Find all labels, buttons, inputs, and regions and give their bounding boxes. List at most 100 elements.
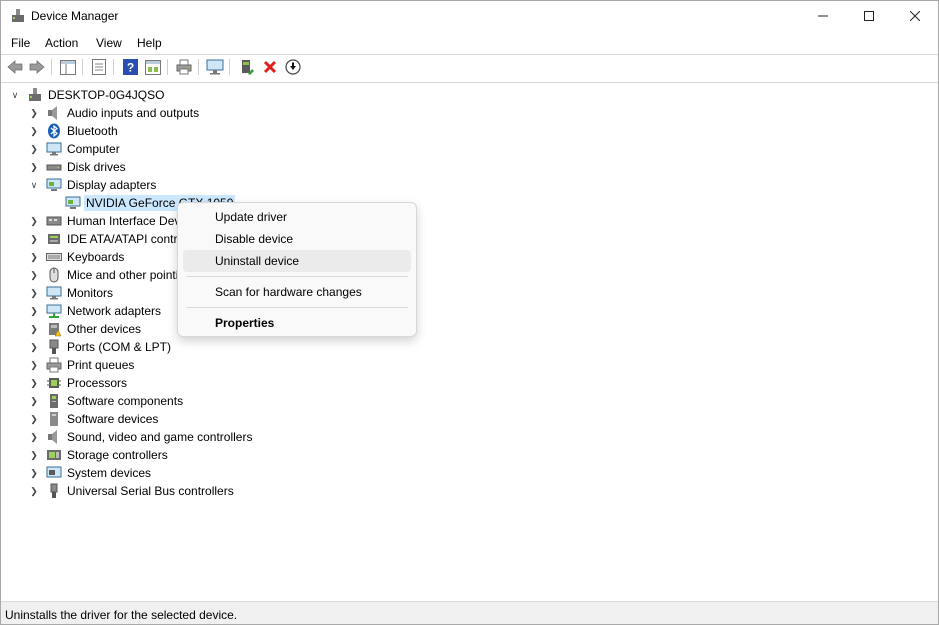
context-menu-separator (186, 307, 408, 308)
status-text: Uninstalls the driver for the selected d… (5, 608, 238, 622)
properties-toolbar-button[interactable] (90, 58, 108, 76)
menu-file[interactable]: File (11, 36, 30, 50)
port-icon (49, 339, 59, 354)
tree-item-computer[interactable]: ❯ Computer (28, 140, 122, 158)
monitor-icon (46, 286, 62, 300)
tree-item-network-adapters[interactable]: ❯ Network adapters (28, 302, 163, 320)
tree-item-software-devices[interactable]: ❯ Software devices (28, 410, 160, 428)
chevron-right-icon[interactable]: ❯ (28, 284, 40, 302)
tree-item-disk-drives[interactable]: ❯ Disk drives (28, 158, 128, 176)
tree-item-keyboards[interactable]: ❯ Keyboards (28, 248, 126, 266)
device-manager-icon (12, 9, 24, 22)
chevron-right-icon[interactable]: ❯ (28, 428, 40, 446)
monitor-icon (46, 142, 62, 156)
device-tree: ∨ DESKTOP-0G4JQSO ❯ Audio inputs and out… (1, 82, 938, 600)
properties-menu-item[interactable]: Properties (183, 312, 411, 334)
close-button[interactable] (892, 1, 938, 31)
ide-controller-icon (48, 234, 60, 244)
tree-item-print-queues[interactable]: ❯ Print queues (28, 356, 136, 374)
network-adapter-icon (46, 304, 62, 318)
chevron-right-icon[interactable]: ❯ (28, 248, 40, 266)
disable-device-toolbar-button[interactable] (284, 58, 302, 76)
chevron-right-icon[interactable]: ❯ (28, 410, 40, 428)
tree-item-usb-controllers[interactable]: ❯ Universal Serial Bus controllers (28, 482, 236, 500)
chevron-right-icon[interactable]: ❯ (28, 104, 40, 122)
tree-item-bluetooth[interactable]: ❯ Bluetooth (28, 122, 120, 140)
chevron-right-icon[interactable]: ❯ (28, 374, 40, 392)
uninstall-device-menu-item[interactable]: Uninstall device (183, 250, 411, 272)
tree-item-ports[interactable]: ❯ Ports (COM & LPT) (28, 338, 173, 356)
maximize-icon (864, 11, 874, 21)
tree-item-monitors[interactable]: ❯ Monitors (28, 284, 115, 302)
chevron-right-icon[interactable]: ❯ (28, 446, 40, 464)
chevron-right-icon[interactable]: ❯ (28, 158, 40, 176)
software-device-icon (50, 412, 58, 426)
help-toolbar-button[interactable]: ? (121, 58, 139, 76)
processor-chip-icon (47, 378, 61, 388)
chevron-right-icon[interactable]: ❯ (28, 482, 40, 500)
back-button[interactable] (6, 58, 24, 76)
maximize-button[interactable] (846, 1, 892, 31)
update-driver-toolbar-button[interactable] (238, 58, 256, 76)
chevron-right-icon[interactable]: ❯ (28, 338, 40, 356)
toolbar-separator (51, 59, 52, 75)
device-manager-window: Device Manager File Action View Help ? ∨… (0, 0, 939, 625)
uninstall-device-toolbar-button[interactable] (261, 58, 279, 76)
tree-item-label: Audio inputs and outputs (67, 106, 200, 120)
toolbar: ? (1, 55, 938, 80)
chevron-right-icon[interactable]: ❯ (28, 266, 40, 284)
chevron-right-icon[interactable]: ❯ (28, 212, 40, 230)
disable-device-menu-item[interactable]: Disable device (183, 228, 411, 250)
chevron-right-icon[interactable]: ❯ (28, 122, 40, 140)
tree-item-other-devices[interactable]: ❯ Other devices (28, 320, 143, 338)
storage-controller-icon (47, 450, 61, 460)
monitor-scan-icon (206, 59, 224, 75)
menu-action[interactable]: Action (45, 36, 78, 50)
back-arrow-icon (7, 60, 23, 74)
tree-item-system-devices[interactable]: ❯ System devices (28, 464, 153, 482)
toolbar-separator (82, 59, 83, 75)
chevron-right-icon[interactable]: ❯ (28, 392, 40, 410)
forward-button[interactable] (28, 58, 46, 76)
tree-item-processors[interactable]: ❯ Processors (28, 374, 129, 392)
chevron-down-icon[interactable]: ∨ (9, 86, 21, 104)
chevron-right-icon[interactable]: ❯ (28, 320, 40, 338)
display-adapter-icon (46, 178, 62, 191)
tree-item-display-adapters[interactable]: ∨ Display adapters (28, 176, 158, 194)
menu-help[interactable]: Help (137, 36, 162, 50)
tree-item-audio[interactable]: ❯ Audio inputs and outputs (28, 104, 201, 122)
chevron-right-icon[interactable]: ❯ (28, 302, 40, 320)
scan-hardware-menu-item[interactable]: Scan for hardware changes (183, 281, 411, 303)
menu-bar: File Action View Help (1, 32, 938, 54)
status-bar: Uninstalls the driver for the selected d… (1, 601, 938, 624)
menu-view[interactable]: View (96, 36, 122, 50)
tree-item-software-components[interactable]: ❯ Software components (28, 392, 185, 410)
tree-item-sound-video[interactable]: ❯ Sound, video and game controllers (28, 428, 254, 446)
usb-icon (50, 483, 58, 498)
view-resources-button[interactable] (144, 58, 162, 76)
printer-icon (46, 357, 62, 373)
chevron-right-icon[interactable]: ❯ (28, 140, 40, 158)
tree-item-label: Ports (COM & LPT) (67, 340, 172, 354)
down-arrow-circle-icon (285, 59, 301, 75)
toolbar-separator (229, 59, 230, 75)
tree-item-label: Software components (67, 394, 184, 408)
disk-drive-icon (46, 164, 62, 171)
tree-item-label: Print queues (67, 358, 135, 372)
tree-item-label: Universal Serial Bus controllers (67, 484, 234, 498)
scan-hardware-toolbar-button[interactable] (206, 58, 224, 76)
tree-item-label: Software devices (67, 412, 159, 426)
tree-root[interactable]: ∨ DESKTOP-0G4JQSO (9, 86, 166, 104)
tree-root-label: DESKTOP-0G4JQSO (48, 88, 165, 102)
minimize-button[interactable] (800, 1, 846, 31)
tree-item-label: Sound, video and game controllers (67, 430, 253, 444)
chevron-right-icon[interactable]: ❯ (28, 356, 40, 374)
tree-item-storage-controllers[interactable]: ❯ Storage controllers (28, 446, 170, 464)
chevron-down-icon[interactable]: ∨ (28, 176, 40, 194)
chevron-right-icon[interactable]: ❯ (28, 464, 40, 482)
update-driver-menu-item[interactable]: Update driver (183, 206, 411, 228)
tree-item-label: Bluetooth (67, 124, 118, 138)
print-button[interactable] (175, 58, 193, 76)
show-hide-console-tree-button[interactable] (59, 58, 77, 76)
chevron-right-icon[interactable]: ❯ (28, 230, 40, 248)
